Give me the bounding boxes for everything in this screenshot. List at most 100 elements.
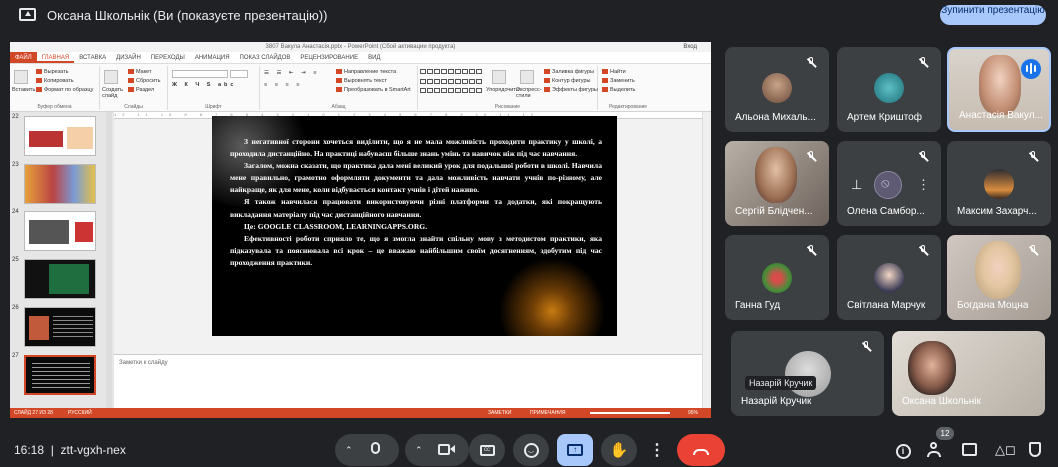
notes-pane[interactable]: Заметки к слайду: [114, 354, 702, 408]
captions-button[interactable]: cc: [469, 434, 505, 466]
slide-text-box[interactable]: З негативної сторони хочеться виділити, …: [230, 136, 602, 269]
layout-button[interactable]: Макет: [128, 69, 152, 75]
participant-tile[interactable]: Богдана Моцна: [947, 235, 1051, 320]
ppt-tab-animation[interactable]: АНИМАЦИЯ: [190, 52, 235, 63]
zoom-slider[interactable]: [590, 412, 670, 414]
shape-icon[interactable]: [448, 88, 454, 94]
shape-outline-button[interactable]: Контур фигуры: [544, 78, 590, 84]
cut-button[interactable]: Вырезать: [36, 69, 68, 75]
ppt-tab-view[interactable]: ВИД: [363, 52, 385, 63]
pin-icon[interactable]: ⊥: [851, 177, 862, 193]
shape-icon[interactable]: [441, 88, 447, 94]
ppt-tab-insert[interactable]: ВСТАВКА: [74, 52, 111, 63]
font-size-box[interactable]: [230, 70, 248, 78]
paste-button[interactable]: Вставить: [12, 87, 35, 93]
zoom-value[interactable]: 95%: [688, 408, 698, 418]
shape-icon[interactable]: [462, 88, 468, 94]
shape-icon[interactable]: [469, 69, 475, 74]
shape-icon[interactable]: [455, 69, 461, 74]
shape-icon[interactable]: [462, 78, 468, 84]
participant-tile[interactable]: Артем Криштоф: [837, 47, 941, 132]
arrange-button[interactable]: Упорядочить: [486, 87, 519, 93]
more-options-button[interactable]: ⋮: [645, 434, 669, 466]
slide-thumbnail[interactable]: [24, 116, 96, 156]
font-style-buttons[interactable]: Ж К Ч S abc: [172, 82, 236, 88]
ppt-tab-design[interactable]: ДИЗАЙН: [111, 52, 146, 63]
participant-tile[interactable]: ⊥ ⦸ ⋮ Олена Самбор...: [837, 141, 941, 226]
shape-icon[interactable]: [476, 88, 482, 94]
current-slide[interactable]: З негативної сторони хочеться виділити, …: [212, 116, 617, 336]
shape-icon[interactable]: [434, 88, 440, 94]
shape-icon[interactable]: [455, 78, 461, 84]
participant-tile[interactable]: Максим Захарч...: [947, 141, 1051, 226]
shape-icon[interactable]: [469, 88, 475, 94]
participant-tile-self[interactable]: Оксана Школьнік: [892, 331, 1045, 416]
smartart-button[interactable]: Преобразовать в SmartArt: [336, 87, 411, 93]
find-button[interactable]: Найти: [602, 69, 626, 75]
slide-thumbnail-selected[interactable]: [24, 355, 96, 395]
shapes-gallery[interactable]: [420, 69, 482, 97]
text-direction-button[interactable]: Направление текста: [336, 69, 396, 75]
shape-icon[interactable]: [448, 78, 454, 84]
ppt-login[interactable]: Вход: [683, 42, 697, 52]
shape-icon[interactable]: [462, 69, 468, 74]
stop-presenting-button[interactable]: Зупинити презентацію: [940, 5, 1046, 25]
shape-icon[interactable]: [420, 69, 426, 74]
shape-icon[interactable]: [476, 78, 482, 84]
participant-tile[interactable]: Сергій Блідчен...: [725, 141, 829, 226]
shape-icon[interactable]: [448, 69, 454, 74]
language-indicator[interactable]: РУССКИЙ: [68, 408, 92, 418]
participant-tile[interactable]: Світлана Марчук: [837, 235, 941, 320]
font-name-box[interactable]: [172, 70, 228, 78]
chevron-up-icon[interactable]: ⌃: [345, 445, 353, 456]
comments-toggle[interactable]: ПРИМЕЧАНИЯ: [530, 408, 566, 418]
shape-icon[interactable]: [469, 78, 475, 84]
shape-icon[interactable]: [420, 78, 426, 84]
ppt-tab-review[interactable]: РЕЦЕНЗИРОВАНИЕ: [295, 52, 363, 63]
mic-control[interactable]: ⌃: [335, 434, 399, 466]
participant-tile[interactable]: Альона Михаль...: [725, 47, 829, 132]
participant-tile[interactable]: Назарій Кручик Назарій Кручик: [731, 331, 884, 416]
host-controls-button[interactable]: [1026, 441, 1046, 459]
people-button[interactable]: [927, 441, 947, 459]
shape-icon[interactable]: [427, 88, 433, 94]
shape-icon[interactable]: [434, 78, 440, 84]
thumbnails-scrollbar[interactable]: [106, 112, 112, 408]
format-painter-button[interactable]: Формат по образцу: [36, 87, 93, 93]
align-text-button[interactable]: Выровнять текст: [336, 78, 387, 84]
slide-thumbnail[interactable]: [24, 164, 96, 204]
shape-icon[interactable]: [427, 78, 433, 84]
participant-tile-speaking[interactable]: Анастасія Вакул...: [947, 47, 1051, 132]
align-buttons[interactable]: ≡ ≡ ≡ ≡: [264, 82, 302, 88]
slide-scrollbar[interactable]: [702, 112, 711, 408]
shape-icon[interactable]: [441, 69, 447, 74]
ppt-tab-file[interactable]: ФАЙЛ: [10, 52, 37, 63]
chevron-up-icon[interactable]: ⌃: [415, 445, 423, 456]
shape-icon[interactable]: [434, 69, 440, 74]
ppt-tab-slideshow[interactable]: ПОКАЗ СЛАЙДОВ: [235, 52, 296, 63]
ppt-tab-transitions[interactable]: ПЕРЕХОДЫ: [146, 52, 190, 63]
shape-fill-button[interactable]: Заливка фигуры: [544, 69, 594, 75]
participant-tile[interactable]: Ганна Гуд: [725, 235, 829, 320]
shape-effects-button[interactable]: Эффекты фигуры: [544, 87, 598, 93]
ppt-tab-home[interactable]: ГЛАВНАЯ: [36, 52, 75, 63]
quick-styles-button[interactable]: Экспресс-стили: [516, 87, 542, 99]
more-icon[interactable]: ⋮: [917, 177, 930, 193]
select-button[interactable]: Выделить: [602, 87, 635, 93]
leave-call-button[interactable]: [677, 434, 725, 466]
reset-button[interactable]: Сбросить: [128, 78, 160, 84]
notes-toggle[interactable]: ЗАМЕТКИ: [488, 408, 511, 418]
slide-thumbnail[interactable]: [24, 211, 96, 251]
slide-thumbnail[interactable]: [24, 307, 96, 347]
slide-thumbnail[interactable]: [24, 259, 96, 299]
emoji-button[interactable]: ‿: [513, 434, 549, 466]
shape-icon[interactable]: [420, 88, 426, 94]
copy-button[interactable]: Копировать: [36, 78, 74, 84]
list-buttons[interactable]: ☰ ☰ ⇤ ⇥ ≡: [264, 70, 319, 76]
meeting-details-button[interactable]: i: [893, 441, 913, 459]
raise-hand-button[interactable]: ✋: [601, 434, 637, 466]
shape-icon[interactable]: [441, 78, 447, 84]
new-slide-button[interactable]: Создать слайд: [102, 87, 124, 99]
chat-button[interactable]: [961, 441, 981, 459]
replace-button[interactable]: Заменить: [602, 78, 635, 84]
